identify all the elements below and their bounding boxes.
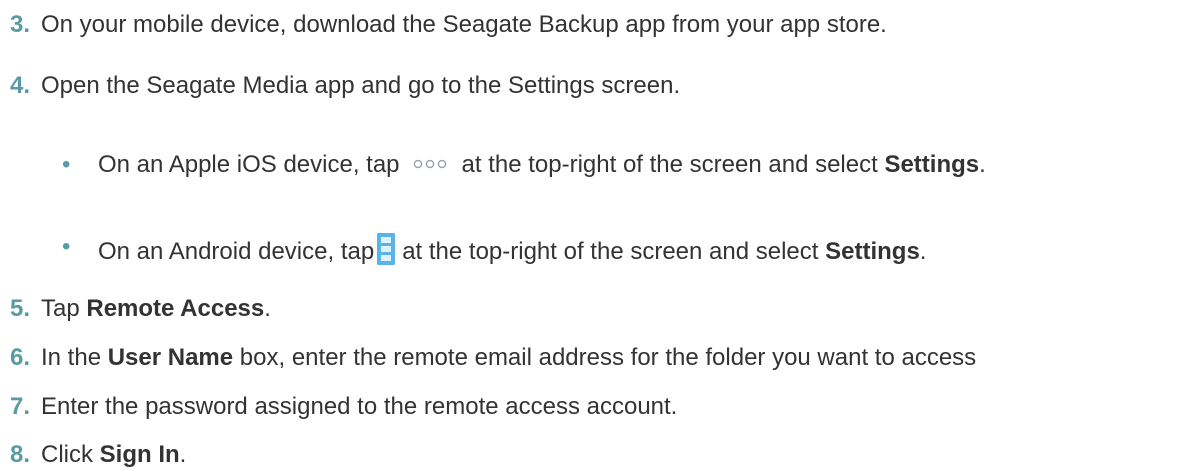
bullet-dot: •: [62, 151, 71, 178]
step-number: 8.: [10, 441, 31, 468]
more-horizontal-icon: [404, 153, 456, 175]
step-text-pre: In the: [41, 344, 108, 371]
bullet-text-post: at the top-right of the screen and selec…: [461, 151, 885, 178]
bullet-text-end: .: [979, 151, 986, 178]
bullet-text-pre: On an Android device, tap: [98, 238, 375, 265]
step-text-post: .: [264, 295, 271, 322]
step-number: 3.: [10, 11, 31, 38]
step-text: Tap Remote Access.: [41, 294, 271, 324]
user-name-label: User Name: [107, 344, 234, 371]
bullet-text-post: at the top-right of the screen and selec…: [402, 238, 826, 265]
step-text-pre: Tap: [41, 295, 87, 322]
step-text: In the User Name box, enter the remote e…: [41, 343, 976, 373]
step-number: 7.: [10, 393, 31, 420]
bullet-text: On an Android device, tap at the top-righ…: [98, 232, 926, 267]
step-text: On your mobile device, download the Seag…: [41, 11, 887, 38]
step-text-pre: Click: [41, 441, 100, 468]
step-number: 5.: [10, 295, 31, 322]
step-number: 4.: [10, 72, 31, 99]
sign-in-label: Sign In: [99, 441, 180, 468]
step-number: 6.: [10, 344, 31, 371]
bullet-text-end: .: [919, 238, 927, 265]
step-text: Open the Seagate Media app and go to the…: [41, 72, 681, 99]
step-text: Enter the password assigned to the remot…: [41, 393, 678, 420]
bullet-text: On an Apple iOS device, tap at the top-ri…: [98, 150, 986, 180]
settings-label: Settings: [825, 238, 920, 265]
step-text-post: .: [179, 441, 187, 468]
overflow-menu-icon: [376, 232, 396, 266]
step-text: Click Sign In.: [41, 440, 186, 470]
bullet-text-pre: On an Apple iOS device, tap: [98, 151, 400, 178]
step-text-post: box, enter the remote email address for …: [233, 344, 977, 371]
remote-access-label: Remote Access: [86, 295, 265, 322]
bullet-dot: •: [62, 233, 71, 260]
settings-label: Settings: [884, 151, 980, 178]
